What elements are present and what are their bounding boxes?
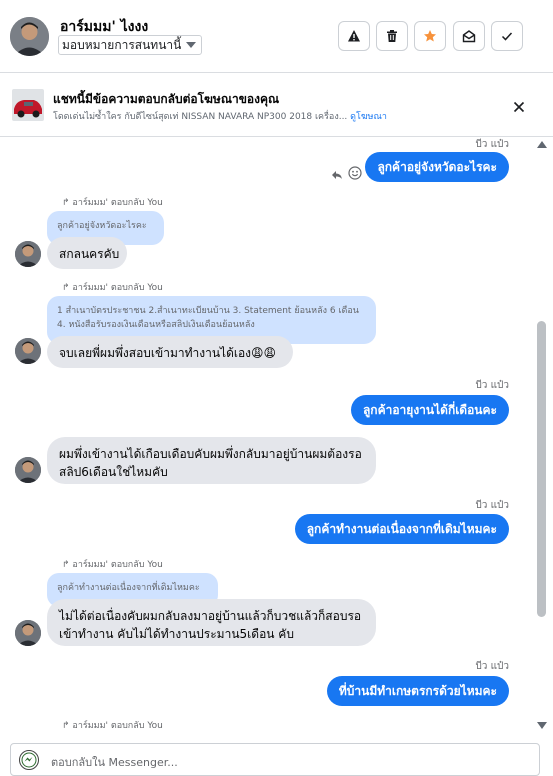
reply-indicator: ↱ อาร์มมม' ตอบกลับ You <box>62 557 163 571</box>
outgoing-message[interactable]: ลูกค้าอยู่จังหวัดอะไรคะ <box>365 152 509 182</box>
mark-unread-icon <box>462 30 476 43</box>
contact-avatar-small <box>15 338 41 364</box>
reply-indicator: ↱ อาร์มมม' ตอบกลับ You <box>62 280 163 294</box>
close-icon <box>513 101 525 113</box>
delete-button[interactable] <box>376 21 408 51</box>
reply-arrow-icon: ↱ <box>62 560 70 570</box>
contact-avatar-small <box>15 241 41 267</box>
reply-label: อาร์มมม' ตอบกลับ You <box>72 198 163 208</box>
star-button[interactable] <box>414 21 446 51</box>
ad-thumbnail[interactable] <box>12 89 44 121</box>
assign-label: มอบหมายการสนทนานี้ <box>62 38 182 52</box>
chevron-down-icon <box>186 42 197 48</box>
sender-label: บีว แป๋ว <box>475 380 509 391</box>
banner-description: โดดเด่นไม่ซ้ำใคร กับดีไซน์สุดเท่ NISSAN … <box>53 109 387 123</box>
check-icon <box>501 32 513 41</box>
messenger-icon <box>19 750 39 770</box>
star-icon <box>424 30 436 42</box>
scrollbar-thumb[interactable] <box>537 321 546 617</box>
contact-avatar[interactable] <box>10 17 49 56</box>
sender-label: บีว แป๋ว <box>475 139 509 150</box>
mark-unread-button[interactable] <box>453 21 485 51</box>
done-button[interactable] <box>491 21 523 51</box>
composer-placeholder[interactable]: ตอบกลับใน Messenger... <box>51 753 178 771</box>
assign-conversation-dropdown[interactable]: มอบหมายการสนทนานี้ <box>58 35 203 55</box>
scroll-up-arrow[interactable] <box>537 141 547 148</box>
incoming-message[interactable]: จบเลยพี่ผมพึ่งสอบเข้ามาทำงานได้เอง😩😩 <box>47 336 293 368</box>
sender-label: บีว แป๋ว <box>475 661 509 672</box>
contact-avatar-small <box>15 620 41 646</box>
conversation-header: อาร์มมม' ไงงง มอบหมายการสนทนานี้ <box>0 0 553 73</box>
reply-label: อาร์มมม' ตอบกลับ You <box>72 721 163 731</box>
warning-icon <box>348 30 360 42</box>
reply-indicator: ↱ อาร์มมม' ตอบกลับ You <box>62 718 163 732</box>
react-action[interactable] <box>348 165 362 184</box>
reply-arrow-icon: ↱ <box>62 721 70 731</box>
ad-description: โดดเด่นไม่ซ้ำใคร กับดีไซน์สุดเท่ NISSAN … <box>53 112 348 122</box>
banner-title: แชทนี้มีข้อความตอบกลับต่อโฆษณาของคุณ <box>53 92 280 106</box>
ad-reply-banner: แชทนี้มีข้อความตอบกลับต่อโฆษณาของคุณ โดด… <box>0 73 553 137</box>
reply-label: อาร์มมม' ตอบกลับ You <box>72 560 163 570</box>
reply-label: อาร์มมม' ตอบกลับ You <box>72 283 163 293</box>
outgoing-message[interactable]: ลูกค้าทำงานต่อเนื่องจากที่เดิมไหมคะ <box>294 514 509 544</box>
trash-icon <box>387 30 397 42</box>
scroll-down-arrow[interactable] <box>537 722 547 729</box>
view-ad-link[interactable]: ดูโฆษณา <box>350 112 387 122</box>
reply-indicator: ↱ อาร์มมม' ตอบกลับ You <box>62 195 163 209</box>
incoming-message[interactable]: สกลนครคับ <box>47 237 127 269</box>
incoming-message[interactable]: ผมพึ่งเข้างานได้เกือบเดือบคับผมพึ่งกลับม… <box>47 437 376 484</box>
outgoing-message[interactable]: ลูกค้าอายุงานได้กี่เดือนคะ <box>350 395 509 425</box>
reply-action[interactable] <box>331 166 343 185</box>
message-thread[interactable]: บีว แป๋ว ลูกค้าอยู่จังหวัดอะไรคะ ↱ อาร์ม… <box>0 137 553 739</box>
reply-composer[interactable]: ตอบกลับใน Messenger... <box>10 743 540 776</box>
reply-icon <box>332 171 342 179</box>
report-button[interactable] <box>338 21 370 51</box>
incoming-message[interactable]: ไม่ได้ต่อเนื่องคับผมกลับลงมาอยู่บ้านแล้ว… <box>47 599 376 646</box>
close-banner-button[interactable] <box>513 98 525 117</box>
contact-avatar-small <box>15 457 41 483</box>
outgoing-message[interactable]: ที่บ้านมีทำเกษตรกรด้วยไหมคะ <box>326 676 509 706</box>
emoji-icon <box>348 166 362 180</box>
reply-arrow-icon: ↱ <box>62 283 70 293</box>
reply-arrow-icon: ↱ <box>62 198 70 208</box>
sender-label: บีว แป๋ว <box>475 500 509 511</box>
